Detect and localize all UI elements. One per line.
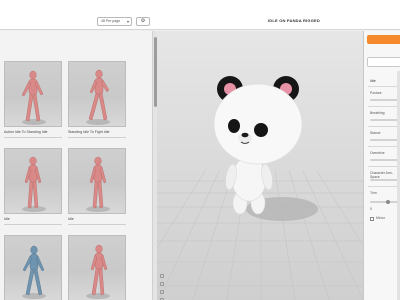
param-label: Stance xyxy=(370,131,381,135)
mirror-checkbox[interactable] xyxy=(370,217,374,221)
animation-gallery: Action Idle To Standing Idle Standing Id… xyxy=(0,31,152,300)
viewport-scene xyxy=(157,76,363,300)
download-button[interactable] xyxy=(367,35,400,44)
overdrive-slider[interactable] xyxy=(370,159,400,161)
panel-title: Idle xyxy=(370,79,376,83)
breathing-slider[interactable] xyxy=(370,119,400,121)
divider xyxy=(368,86,400,87)
per-page-value: 48 Per page xyxy=(101,19,121,23)
divider xyxy=(368,146,400,147)
param-label: Posture xyxy=(370,91,382,95)
gear-icon: ⚙ xyxy=(140,18,146,24)
chevron-down-icon: ▾ xyxy=(126,19,129,24)
character-figure-icon xyxy=(86,69,110,125)
grid-icon[interactable] xyxy=(160,282,164,286)
character-figure-icon xyxy=(22,245,46,299)
animation-label: Action Idle To Standing Idle xyxy=(4,130,48,134)
animation-thumbnail xyxy=(68,148,126,214)
animation-label: Idle xyxy=(4,217,10,221)
animation-card[interactable]: Action Idle To Standing Idle xyxy=(4,61,62,138)
animation-thumbnail xyxy=(4,61,62,127)
param-label: Overdrive xyxy=(370,151,385,155)
panda-character xyxy=(213,76,303,215)
light-icon[interactable] xyxy=(160,290,164,294)
divider xyxy=(368,126,400,127)
animation-thumbnail xyxy=(4,235,62,300)
divider xyxy=(4,224,62,225)
animation-label: Idle xyxy=(68,217,74,221)
param-label: Character Arm-Space xyxy=(370,171,393,179)
animation-thumbnail xyxy=(68,61,126,127)
divider xyxy=(368,186,400,187)
trim-value: 0 xyxy=(370,207,372,211)
posture-slider[interactable] xyxy=(370,99,400,101)
animation-card[interactable]: Idle xyxy=(68,148,126,225)
animation-label: Standing Idle To Fight Idle xyxy=(68,130,110,134)
trim-slider[interactable] xyxy=(370,200,400,204)
divider xyxy=(4,137,62,138)
3d-viewport[interactable] xyxy=(157,31,364,300)
divider xyxy=(368,166,400,167)
param-label: Breathing xyxy=(370,111,385,115)
character-figure-icon xyxy=(86,244,110,299)
divider xyxy=(68,137,126,138)
mirror-label: Mirror xyxy=(376,216,385,220)
divider xyxy=(368,106,400,107)
divider xyxy=(68,224,126,225)
animation-card[interactable]: Idle xyxy=(4,148,62,225)
animation-thumbnail xyxy=(68,235,126,300)
app-window: 48 Per page ▾ ⚙ IDLE ON PANDA RIGGED Act… xyxy=(0,0,400,300)
character-figure-icon xyxy=(86,156,110,212)
camera-icon[interactable] xyxy=(160,274,164,278)
per-page-select[interactable]: 48 Per page ▾ xyxy=(97,17,132,26)
character-figure-icon xyxy=(21,70,46,125)
character-title: IDLE ON PANDA RIGGED xyxy=(268,18,321,23)
animation-card[interactable]: Standing Idle To Fight Idle xyxy=(68,61,126,138)
viewport-tools xyxy=(160,274,166,300)
animation-card[interactable] xyxy=(4,235,62,300)
character-figure-icon xyxy=(22,156,46,212)
settings-button[interactable]: ⚙ xyxy=(136,17,150,26)
animation-card[interactable] xyxy=(68,235,126,300)
animation-thumbnail xyxy=(4,148,62,214)
upload-button[interactable] xyxy=(367,57,400,67)
slider-knob[interactable] xyxy=(386,200,390,204)
param-label: Trim xyxy=(370,191,377,195)
properties-panel: Idle Posture Breathing Stance Overdrive … xyxy=(364,31,400,300)
stance-slider[interactable] xyxy=(370,139,400,141)
top-toolbar: 48 Per page ▾ ⚙ IDLE ON PANDA RIGGED xyxy=(0,0,400,30)
arm-space-slider[interactable] xyxy=(370,179,400,181)
